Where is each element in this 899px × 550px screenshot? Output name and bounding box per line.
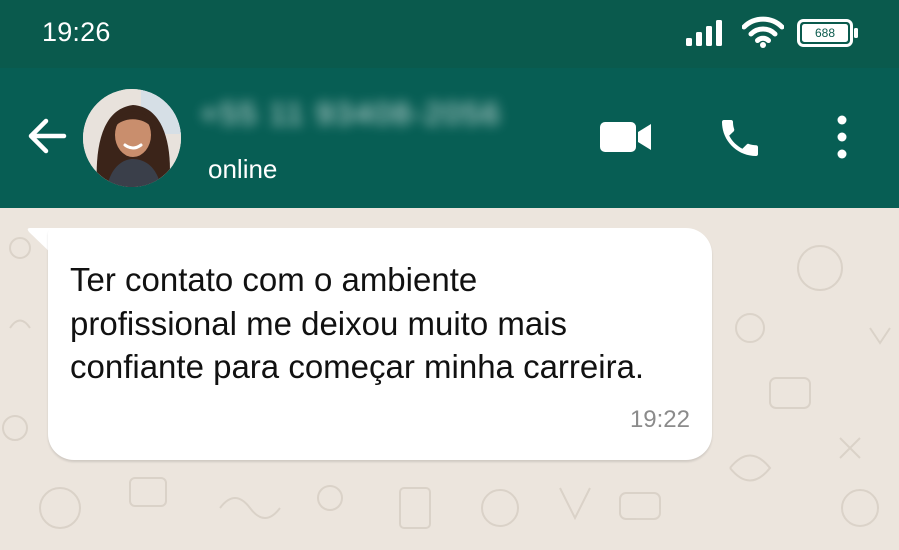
signal-icon	[686, 20, 722, 46]
back-arrow-icon[interactable]	[26, 115, 68, 157]
chat-area[interactable]: Ter contato com o ambiente profissional …	[0, 208, 899, 550]
contact-status: online	[208, 154, 278, 184]
status-bar: 19:26 688	[0, 0, 899, 68]
more-options-icon[interactable]	[830, 114, 854, 160]
message-text: Ter contato com o ambiente profissional …	[70, 258, 702, 389]
message-line: profissional me deixou muito mais	[70, 304, 568, 342]
contact-name[interactable]: +55 11 93408-2056	[200, 96, 501, 132]
avatar[interactable]	[83, 89, 181, 187]
avatar-image	[83, 89, 181, 187]
message-line: confiante para começar minha carreira.	[70, 348, 645, 385]
message-bubble[interactable]: Ter contato com o ambiente profissional …	[48, 228, 712, 460]
battery-level: 688	[814, 26, 836, 40]
wifi-icon	[742, 16, 784, 48]
status-time: 19:26	[42, 17, 111, 47]
message-line: Ter contato com o ambiente	[70, 261, 478, 298]
chat-header: +55 11 93408-2056 online	[0, 68, 899, 208]
battery-icon: 688	[797, 19, 859, 47]
video-call-icon[interactable]	[598, 118, 654, 156]
message-timestamp: 19:22	[629, 406, 690, 433]
phone-icon[interactable]	[716, 114, 764, 162]
